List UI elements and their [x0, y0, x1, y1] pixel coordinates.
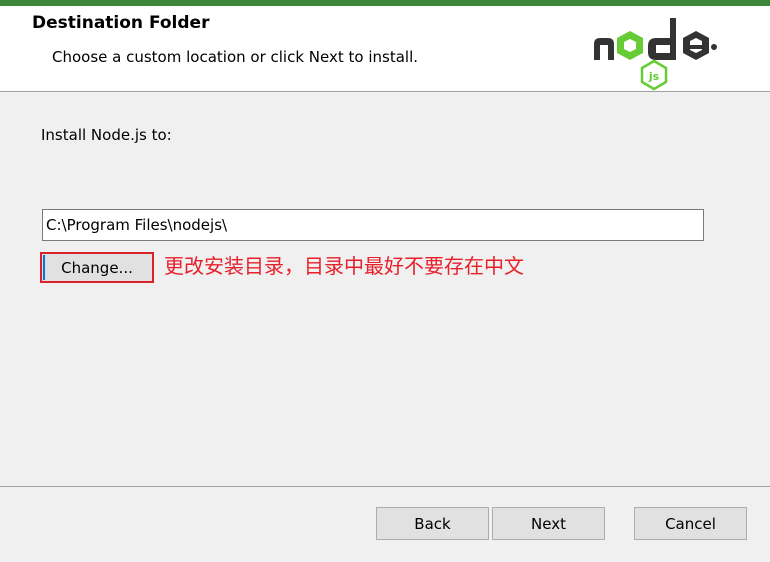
change-folder-button[interactable]: Change...	[40, 252, 154, 283]
footer-divider	[0, 486, 770, 487]
page-subtitle: Choose a custom location or click Next t…	[52, 48, 418, 66]
next-button[interactable]: Next	[492, 507, 605, 540]
svg-text:js: js	[648, 70, 660, 83]
change-button-label: Change...	[61, 258, 133, 277]
wizard-header: Destination Folder Choose a custom locat…	[0, 6, 770, 92]
nodejs-logo: js	[594, 18, 717, 91]
destination-path-input[interactable]	[42, 209, 704, 241]
back-button[interactable]: Back	[376, 507, 489, 540]
cancel-button[interactable]: Cancel	[634, 507, 747, 540]
annotation-note: 更改安装目录，目录中最好不要存在中文	[164, 254, 524, 278]
page-title: Destination Folder	[32, 13, 210, 33]
install-location-label: Install Node.js to:	[41, 126, 172, 144]
